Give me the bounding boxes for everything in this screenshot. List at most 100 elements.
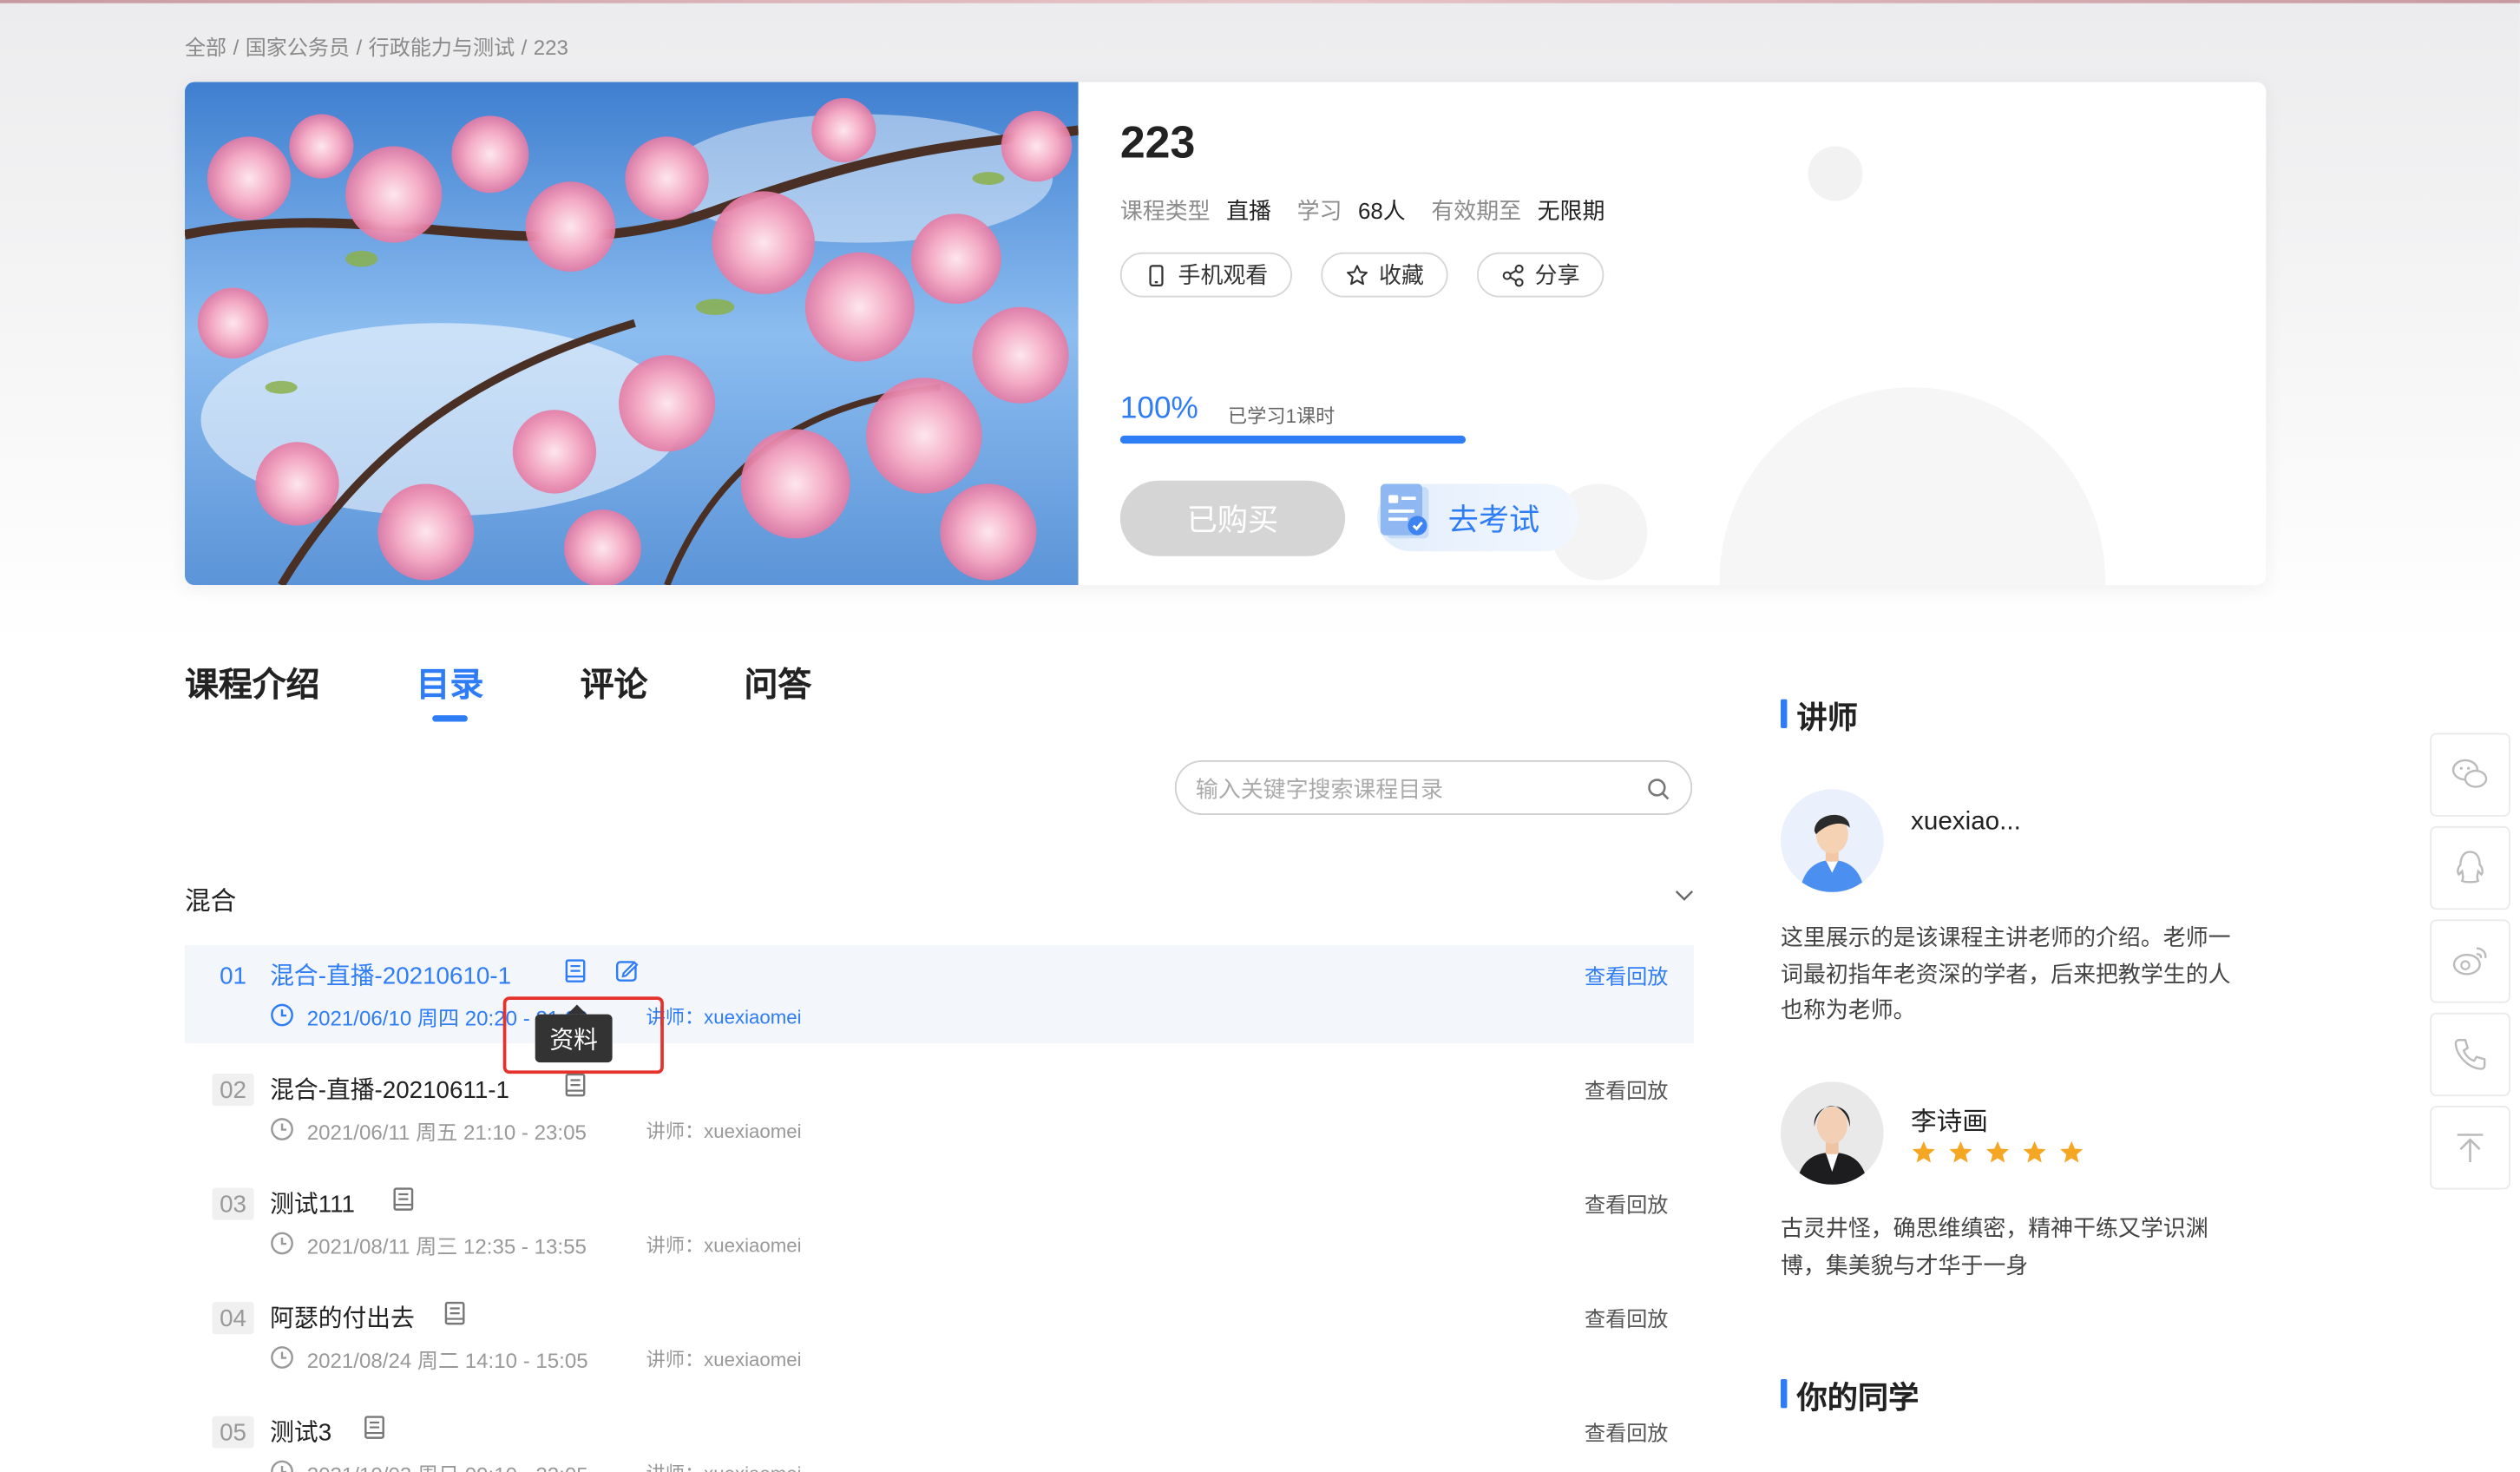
weibo-icon xyxy=(2452,947,2487,976)
material-book-icon[interactable] xyxy=(562,958,588,984)
lesson-number: 02 xyxy=(212,1074,254,1107)
lesson-number: 01 xyxy=(220,962,246,989)
favorite-button[interactable]: 收藏 xyxy=(1321,252,1448,298)
breadcrumb-item[interactable]: 全部 xyxy=(185,36,226,60)
progress-note: 已学习1课时 xyxy=(1227,404,1335,428)
progress-percent: 100% xyxy=(1119,391,1198,426)
view-replay-link[interactable]: 查看回放 xyxy=(1585,1416,1668,1447)
homework-edit-icon[interactable] xyxy=(614,958,640,984)
view-replay-link[interactable]: 查看回放 xyxy=(1585,1074,1668,1104)
material-book-icon[interactable] xyxy=(562,1072,588,1098)
share-button[interactable]: 分享 xyxy=(1476,252,1605,298)
section-title[interactable]: 混合 xyxy=(185,879,236,917)
chevron-down-icon[interactable] xyxy=(1673,884,1696,907)
search-icon[interactable] xyxy=(1645,777,1671,803)
exam-paper-icon xyxy=(1380,483,1429,539)
lesson-teacher: 讲师：xuexiaomei xyxy=(646,1348,802,1371)
rating-star-icon xyxy=(1912,1140,1935,1163)
teacher-avatar[interactable] xyxy=(1781,789,1884,892)
tab-catalog[interactable]: 目录 xyxy=(417,659,483,722)
meta-value: 直播 xyxy=(1226,197,1271,224)
search-input[interactable] xyxy=(1195,772,1630,805)
lesson-row[interactable]: 02 混合-直播-20210611-1 2021/06/11 周五 21:10 … xyxy=(185,1059,1694,1157)
phone-icon xyxy=(2454,1039,2486,1070)
course-card: 223 课程类型 直播 学习 68人 有效期至 无限期 手机观看 收藏 分享 1… xyxy=(184,82,2267,586)
purchased-button[interactable]: 已购买 xyxy=(1119,480,1346,556)
teacher-name[interactable]: xuexiao... xyxy=(1911,809,2021,838)
lesson-row[interactable]: 03 测试111 2021/08/11 周三 12:35 - 13:55 讲师：… xyxy=(185,1173,1694,1272)
star-outline-icon xyxy=(1347,264,1368,285)
breadcrumb-current: 223 xyxy=(533,35,568,60)
qq-button[interactable] xyxy=(2430,825,2510,910)
rating-star-icon xyxy=(2060,1140,2084,1163)
material-book-icon[interactable] xyxy=(362,1415,388,1441)
teacher-rating xyxy=(1911,1140,2084,1166)
course-cover-image xyxy=(184,82,1079,586)
rating-star-icon xyxy=(1986,1140,2009,1163)
material-book-icon[interactable] xyxy=(390,1186,417,1212)
course-tabs: 课程介绍 目录 评论 问答 xyxy=(185,659,908,722)
phone-button[interactable] xyxy=(2430,1012,2510,1097)
catalog-search xyxy=(1174,759,1693,815)
view-replay-link[interactable]: 查看回放 xyxy=(1585,1302,1668,1332)
lesson-teacher: 讲师：xuexiaomei xyxy=(646,1120,802,1143)
lesson-title[interactable]: 测试111 xyxy=(270,1186,355,1220)
back-to-top-icon xyxy=(2457,1134,2484,1162)
clock-icon xyxy=(271,1003,293,1027)
tab-comments[interactable]: 评论 xyxy=(581,659,648,707)
rating-star-icon xyxy=(2023,1140,2046,1163)
course-actions: 手机观看 收藏 分享 xyxy=(1119,252,1605,298)
lesson-row[interactable]: 04 阿瑟的付出去 2021/08/24 周二 14:10 - 15:05 讲师… xyxy=(185,1287,1694,1385)
teacher-description: 这里展示的是该课程主讲老师的介绍。老师一词最初指年老资深的学者，后来把教学生的人… xyxy=(1781,923,2231,1022)
lesson-row[interactable]: 05 测试3 2021/10/03 周日 09:10 - 22:05 讲师：xu… xyxy=(185,1402,1694,1472)
view-replay-link[interactable]: 查看回放 xyxy=(1585,960,1668,990)
take-exam-button[interactable]: 去考试 xyxy=(1377,483,1578,552)
wechat-button[interactable] xyxy=(2430,733,2510,817)
weibo-button[interactable] xyxy=(2430,919,2510,1003)
take-exam-label: 去考试 xyxy=(1447,503,1540,538)
lesson-row[interactable]: 01 混合-直播-20210610-1 2021/06/10 周四 20:20 … xyxy=(184,944,1695,1043)
course-title: 223 xyxy=(1119,117,1196,168)
highlight-annotation-box xyxy=(502,996,664,1074)
teacher-heading: 讲师 xyxy=(1781,694,1858,738)
mobile-watch-button[interactable]: 手机观看 xyxy=(1119,252,1293,298)
back-to-top-button[interactable] xyxy=(2430,1106,2510,1190)
material-book-icon[interactable] xyxy=(442,1300,468,1326)
breadcrumb-item[interactable]: 国家公务员 xyxy=(246,36,350,60)
lesson-teacher: 讲师：xuexiaomei xyxy=(646,1234,802,1258)
lesson-time: 2021/10/03 周日 09:10 - 22:05 xyxy=(307,1458,588,1472)
teacher-avatar[interactable] xyxy=(1781,1081,1884,1185)
tab-intro[interactable]: 课程介绍 xyxy=(185,659,320,707)
course-meta: 课程类型 直播 学习 68人 有效期至 无限期 xyxy=(1120,194,1631,227)
lesson-number: 03 xyxy=(212,1187,254,1220)
lesson-teacher: 讲师：xuexiaomei xyxy=(646,1460,802,1472)
clock-icon xyxy=(271,1460,293,1472)
wechat-icon xyxy=(2451,759,2488,788)
rating-star-icon xyxy=(1949,1140,1972,1163)
view-replay-link[interactable]: 查看回放 xyxy=(1585,1188,1668,1219)
lesson-time: 2021/08/11 周三 12:35 - 13:55 xyxy=(306,1234,587,1259)
meta-label: 学习 xyxy=(1296,197,1342,224)
mobile-watch-label: 手机观看 xyxy=(1178,261,1269,288)
lesson-title[interactable]: 混合-直播-20210610-1 xyxy=(270,958,511,992)
teacher-description: 古灵井怪，确思维缜密，精神干练又学识渊博，集美貌与才华于一身 xyxy=(1781,1215,2208,1278)
lesson-time: 2021/06/11 周五 21:10 - 23:05 xyxy=(306,1120,587,1145)
decorative-circle xyxy=(1719,387,2106,586)
lesson-title[interactable]: 测试3 xyxy=(270,1415,331,1449)
lesson-number: 04 xyxy=(212,1302,254,1335)
meta-value: 68人 xyxy=(1357,197,1406,224)
floating-contact-bar xyxy=(2430,733,2510,1199)
breadcrumb-item[interactable]: 行政能力与测试 xyxy=(369,36,515,60)
clock-icon xyxy=(271,1232,293,1255)
lesson-title[interactable]: 阿瑟的付出去 xyxy=(270,1300,415,1334)
share-icon xyxy=(1502,263,1524,286)
clock-icon xyxy=(271,1118,293,1140)
tab-qa[interactable]: 问答 xyxy=(744,659,811,707)
phone-device-icon xyxy=(1149,264,1164,286)
meta-label: 课程类型 xyxy=(1119,197,1211,224)
teacher-name[interactable]: 李诗画 xyxy=(1911,1100,1988,1138)
lesson-teacher: 讲师：xuexiaomei xyxy=(646,1006,802,1029)
lesson-title[interactable]: 混合-直播-20210611-1 xyxy=(270,1072,509,1106)
lesson-time: 2021/08/24 周二 14:10 - 15:05 xyxy=(306,1348,588,1373)
favorite-label: 收藏 xyxy=(1379,261,1424,288)
